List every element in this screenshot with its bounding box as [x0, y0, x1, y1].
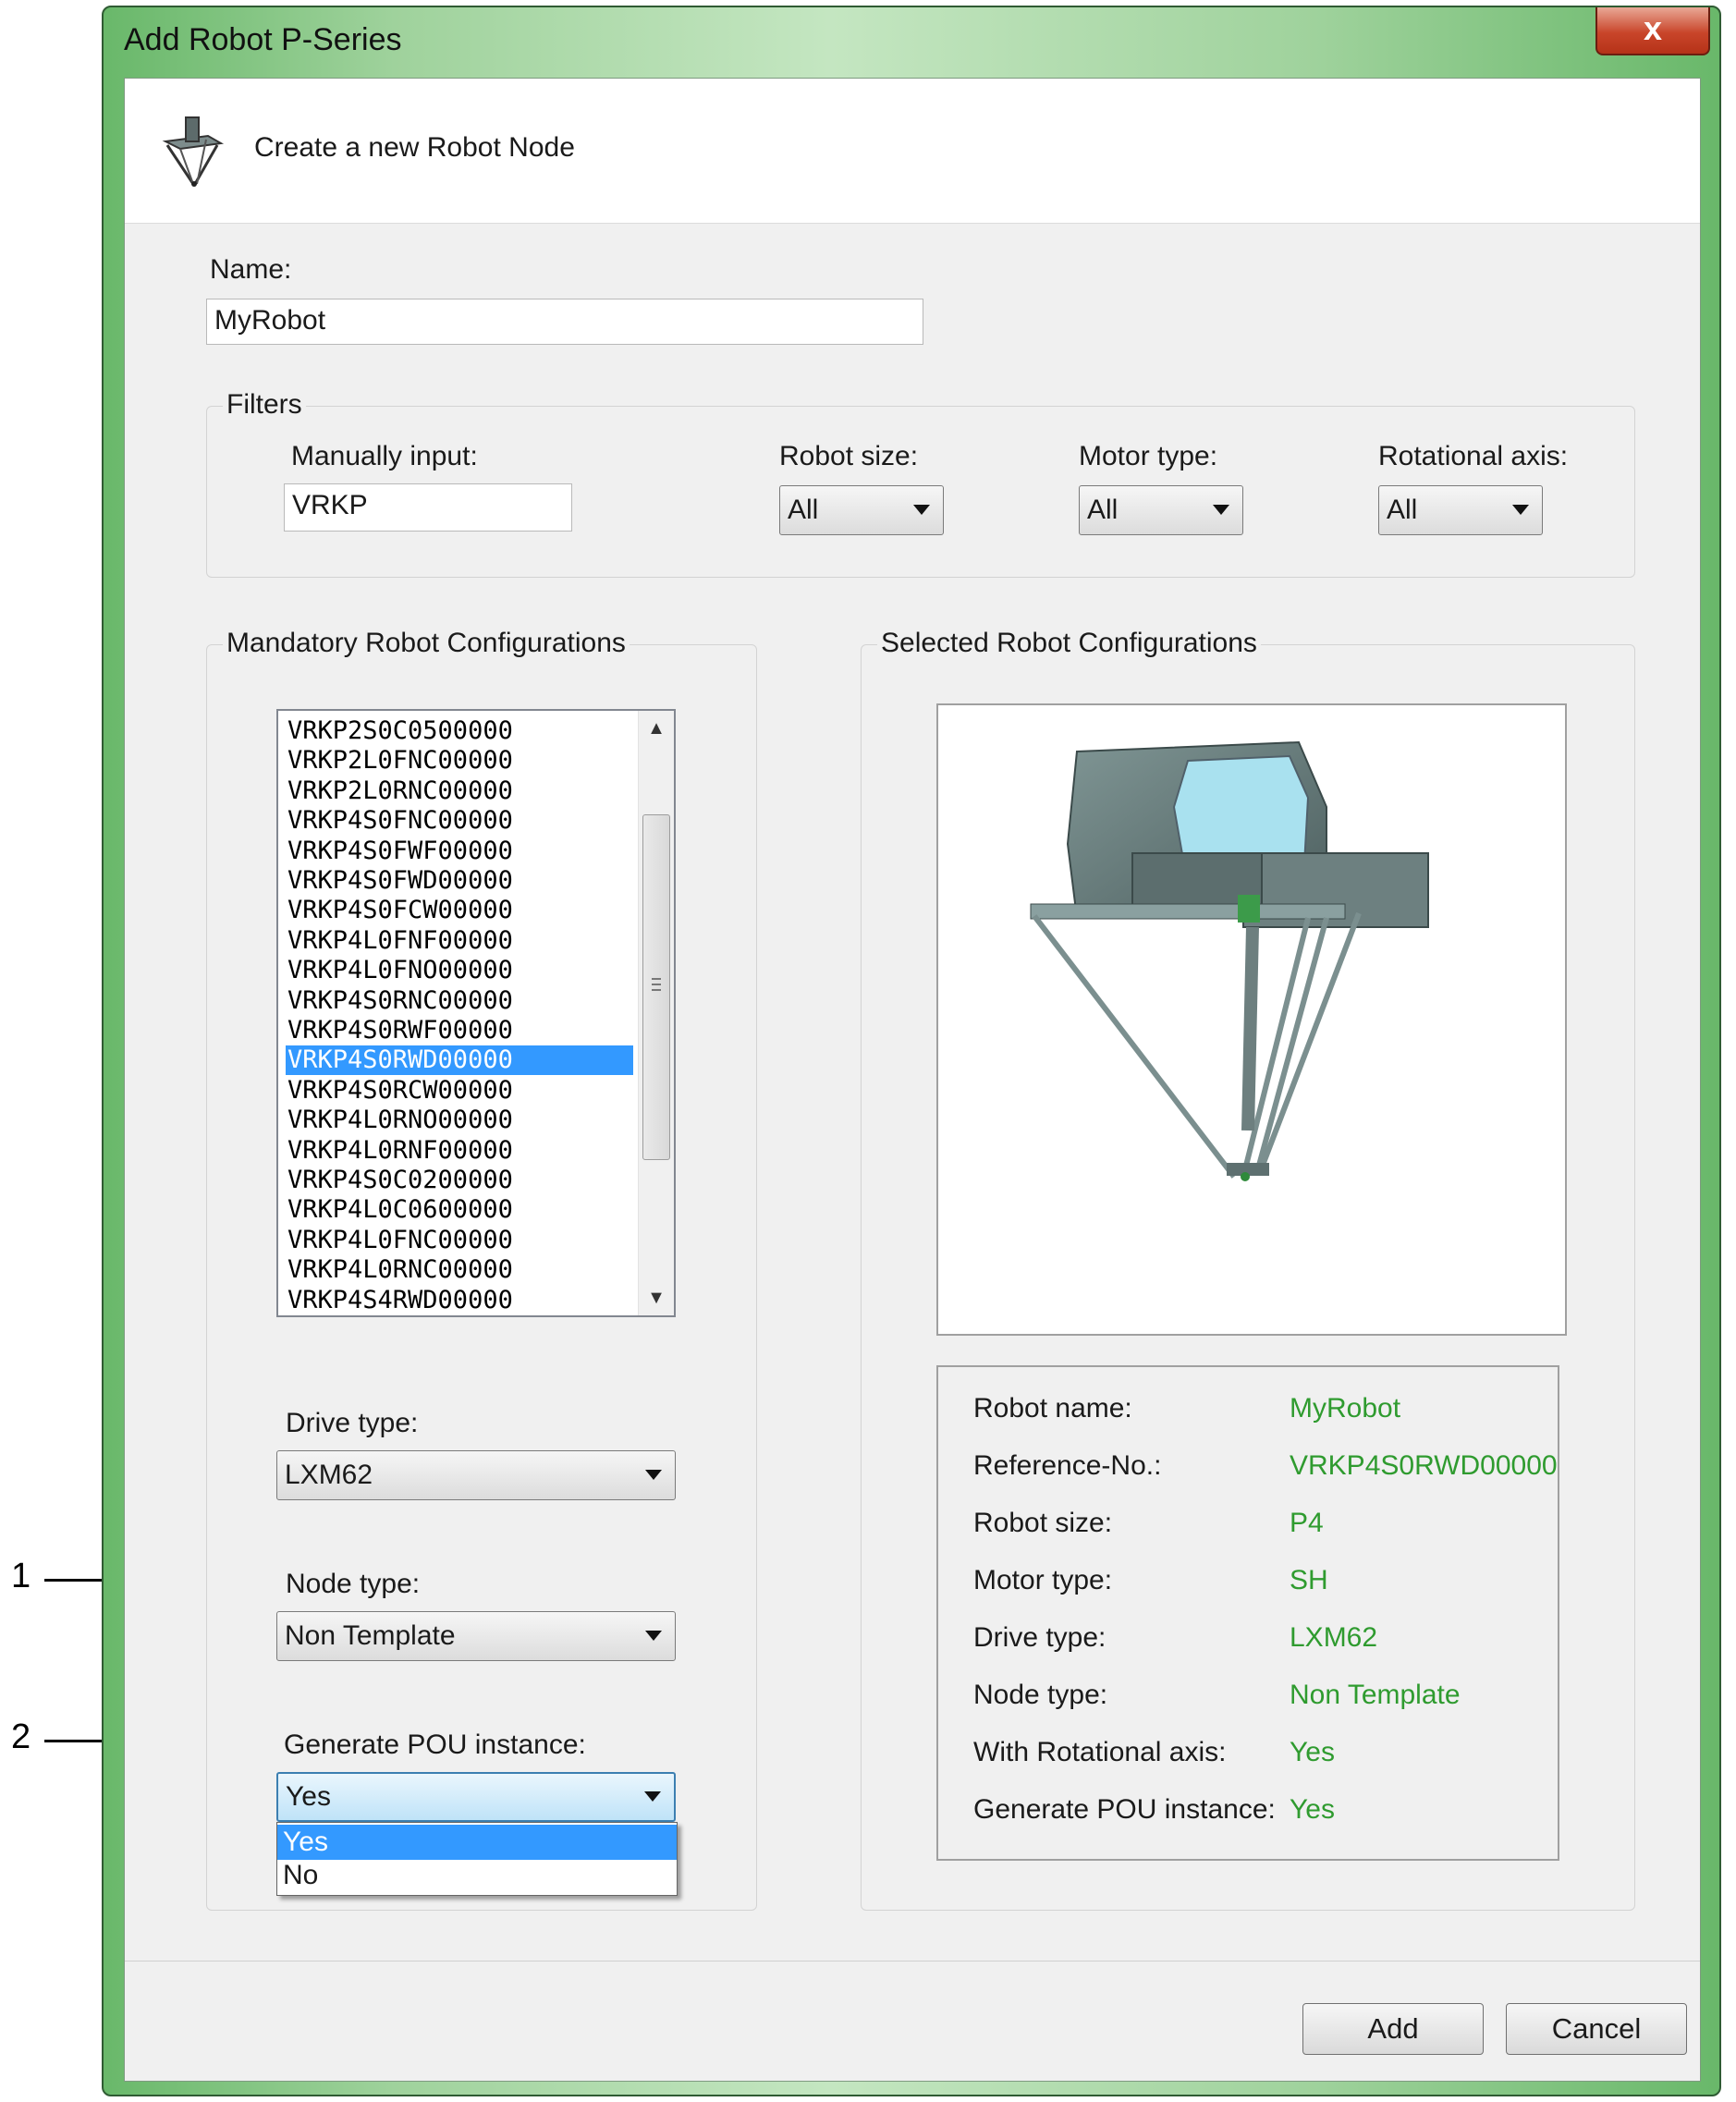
generate-pou-label: Generate POU instance:	[284, 1729, 586, 1760]
summary-value: P4	[1290, 1508, 1324, 1538]
mandatory-title: Mandatory Robot Configurations	[223, 628, 630, 659]
rotational-axis-label: Rotational axis:	[1378, 441, 1569, 471]
rotational-axis-value: All	[1387, 495, 1418, 525]
list-item[interactable]: VRKP4L0FNC00000	[286, 1226, 633, 1255]
summary-label: Robot size:	[973, 1508, 1113, 1538]
chevron-down-icon	[1512, 505, 1529, 515]
grip-icon	[652, 978, 661, 991]
generate-pou-select[interactable]: Yes	[276, 1772, 676, 1822]
node-type-label: Node type:	[286, 1569, 421, 1599]
chevron-down-icon	[645, 1631, 662, 1641]
summary-label: Node type:	[973, 1680, 1108, 1710]
motor-type-select[interactable]: All	[1079, 485, 1243, 535]
dialog-window: Add Robot P-Series x Create a new Robot …	[102, 6, 1721, 2096]
summary-label: With Rotational axis:	[973, 1737, 1227, 1767]
name-input[interactable]: MyRobot	[206, 299, 923, 345]
list-item[interactable]: VRKP4S0FNC00000	[286, 806, 633, 836]
list-item[interactable]: VRKP4S0FWF00000	[286, 837, 633, 866]
robot-size-select[interactable]: All	[779, 485, 944, 535]
rotational-axis-select[interactable]: All	[1378, 485, 1543, 535]
selected-title: Selected Robot Configurations	[877, 628, 1261, 659]
chevron-down-icon	[1213, 505, 1229, 515]
scroll-thumb[interactable]	[642, 814, 670, 1160]
list-item[interactable]: VRKP4S0RWD00000	[286, 1045, 633, 1076]
cancel-button[interactable]: Cancel	[1506, 2003, 1687, 2055]
node-type-select[interactable]: Non Template	[276, 1611, 676, 1661]
robot-size-value: All	[788, 495, 819, 525]
close-icon: x	[1643, 9, 1663, 47]
header-band: Create a new Robot Node	[125, 79, 1700, 224]
chevron-down-icon	[913, 505, 930, 515]
summary-value: MyRobot	[1290, 1393, 1401, 1424]
robot-summary-panel: Robot name: MyRobot Reference-No.: VRKP4S0R…	[936, 1365, 1559, 1861]
list-item[interactable]: VRKP4S0RWF00000	[286, 1016, 633, 1045]
manual-input-label: Manually input:	[291, 441, 478, 471]
list-item[interactable]: VRKP4L0RNC00000	[286, 1255, 633, 1285]
list-scrollbar[interactable]: ▲ ▼	[638, 711, 674, 1315]
list-item[interactable]: VRKP2L0RNC00000	[286, 776, 633, 806]
motor-type-label: Motor type:	[1079, 441, 1218, 471]
motor-type-value: All	[1087, 495, 1119, 525]
list-item[interactable]: VRKP4S0C0200000	[286, 1166, 633, 1195]
list-item[interactable]: VRKP4S0RNC00000	[286, 986, 633, 1016]
summary-label: Motor type:	[973, 1565, 1113, 1595]
chevron-down-icon	[644, 1791, 661, 1802]
summary-label: Drive type:	[973, 1622, 1106, 1653]
summary-value: Yes	[1290, 1737, 1335, 1767]
add-button[interactable]: Add	[1302, 2003, 1484, 2055]
drive-type-label: Drive type:	[286, 1408, 419, 1438]
list-item[interactable]: VRKP4S0FWD00000	[286, 866, 633, 896]
manual-input-field[interactable]: VRKP	[284, 483, 572, 532]
delta-robot-icon	[162, 116, 225, 187]
list-item[interactable]: VRKP2L0FNC00000	[286, 746, 633, 776]
dropdown-option-yes[interactable]: Yes	[277, 1825, 677, 1860]
list-item[interactable]: VRKP4L0RNO00000	[286, 1106, 633, 1135]
list-item[interactable]: VRKP4S0RCW00000	[286, 1076, 633, 1106]
scroll-down-icon[interactable]: ▼	[639, 1280, 674, 1315]
generate-pou-value: Yes	[286, 1781, 331, 1812]
node-type-value: Non Template	[285, 1620, 456, 1651]
summary-label: Reference-No.:	[973, 1450, 1162, 1481]
list-item[interactable]: VRKP2S0C0500000	[286, 716, 633, 746]
list-item[interactable]: VRKP4L0C0600000	[286, 1195, 633, 1225]
generate-pou-dropdown: Yes No	[276, 1822, 678, 1896]
summary-label: Robot name:	[973, 1393, 1132, 1424]
dialog-client: Create a new Robot Node Name: MyRobot Fi…	[124, 78, 1701, 2082]
delta-robot-illustration	[1030, 740, 1429, 1181]
name-label: Name:	[210, 254, 292, 285]
summary-value: VRKP4S0RWD00000	[1290, 1450, 1558, 1481]
list-item[interactable]: VRKP4S0FCW00000	[286, 896, 633, 925]
list-item[interactable]: VRKP4S4RWD00000	[286, 1286, 633, 1315]
callout-2: 2	[11, 1717, 31, 1756]
robot-size-label: Robot size:	[779, 441, 919, 471]
summary-value: Non Template	[1290, 1680, 1461, 1710]
close-button[interactable]: x	[1595, 7, 1710, 55]
summary-value: LXM62	[1290, 1622, 1378, 1653]
robot-preview-image	[936, 703, 1567, 1336]
window-title: Add Robot P-Series	[124, 22, 402, 57]
robot-config-list[interactable]: VRKP2S0C0500000 VRKP2L0FNC00000 VRKP2L0RNC…	[276, 709, 676, 1317]
summary-label: Generate POU instance:	[973, 1794, 1276, 1825]
dropdown-option-no[interactable]: No	[277, 1858, 677, 1893]
drive-type-select[interactable]: LXM62	[276, 1450, 676, 1500]
filters-title: Filters	[223, 389, 306, 421]
list-item[interactable]: VRKP4L0FNO00000	[286, 956, 633, 985]
callout-1: 1	[11, 1557, 31, 1595]
list-item[interactable]: VRKP4L0FNF00000	[286, 926, 633, 956]
chevron-down-icon	[645, 1470, 662, 1480]
scroll-up-icon[interactable]: ▲	[639, 711, 674, 746]
summary-value: SH	[1290, 1565, 1328, 1595]
drive-type-value: LXM62	[285, 1460, 373, 1490]
header-text: Create a new Robot Node	[254, 132, 575, 163]
list-item[interactable]: VRKP4L0RNF00000	[286, 1136, 633, 1166]
summary-value: Yes	[1290, 1794, 1335, 1825]
